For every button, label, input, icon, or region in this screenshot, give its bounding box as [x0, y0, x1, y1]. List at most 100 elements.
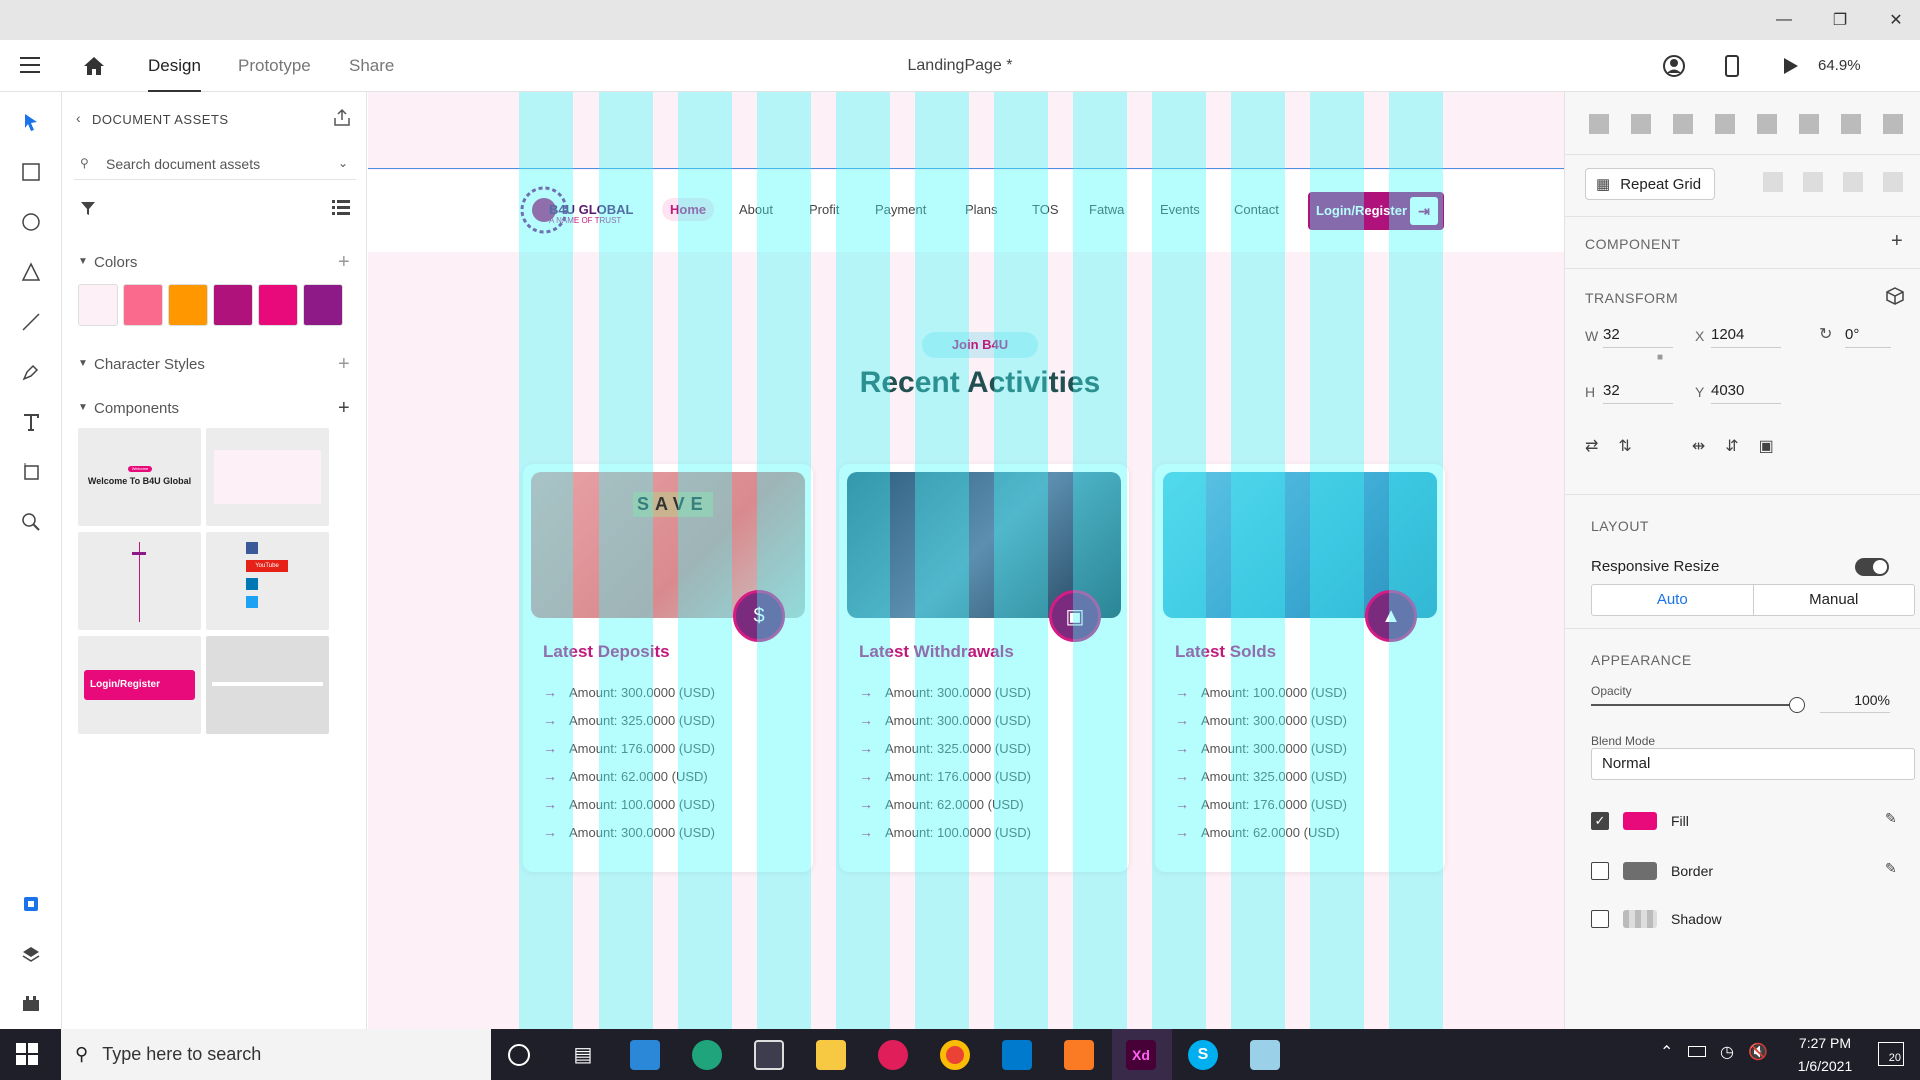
user-icon[interactable] — [1662, 54, 1686, 78]
fill-checkbox[interactable]: ✓ — [1591, 812, 1609, 830]
volume-mute-icon[interactable]: 🔇 — [1748, 1042, 1768, 1062]
component-thumbnail[interactable] — [206, 636, 329, 734]
add-component-button[interactable]: + — [338, 398, 350, 418]
search-assets-field[interactable]: ⚲ Search document assets ⌄ — [74, 148, 356, 180]
intersect-boolean-icon[interactable] — [1843, 172, 1863, 192]
search-assets-input[interactable]: Search document assets — [106, 156, 260, 172]
distribute-horizontal-icon[interactable] — [1883, 114, 1903, 134]
task-view-icon[interactable]: ▤ — [568, 1040, 598, 1070]
eyedropper-icon[interactable]: ✎ — [1885, 860, 1897, 877]
flip-horizontal-icon[interactable]: ⇄ — [1585, 436, 1598, 456]
notes-app-icon[interactable] — [1250, 1040, 1280, 1070]
file-explorer-icon[interactable] — [816, 1040, 846, 1070]
nav-profit[interactable]: Profit — [809, 202, 839, 217]
chrome-icon[interactable] — [940, 1040, 970, 1070]
minimize-icon[interactable]: — — [1756, 0, 1812, 40]
component-thumbnail[interactable]: Welcome Welcome To B4U Global — [78, 428, 201, 526]
slack-icon[interactable] — [878, 1040, 908, 1070]
manual-option[interactable]: Manual — [1754, 585, 1915, 615]
battery-icon[interactable] — [1688, 1046, 1706, 1057]
x-input[interactable]: 1204 — [1711, 326, 1781, 348]
fit-content-icon[interactable]: ▣ — [1759, 436, 1774, 456]
auto-option[interactable]: Auto — [1592, 585, 1754, 615]
border-color-swatch[interactable] — [1623, 862, 1657, 880]
taskbar-search-input[interactable]: Type here to search — [102, 1044, 261, 1065]
clock-date[interactable]: 1/6/2021 — [1780, 1058, 1870, 1074]
ellipse-tool-icon[interactable] — [15, 206, 47, 238]
color-swatch[interactable] — [168, 284, 208, 326]
opacity-input[interactable]: 100% — [1820, 692, 1890, 713]
exclude-boolean-icon[interactable] — [1883, 172, 1903, 192]
taskbar-search-box[interactable]: ⚲ Type here to search — [61, 1029, 491, 1080]
lock-aspect-icon[interactable]: ■ — [1657, 352, 1663, 363]
share-assets-icon[interactable] — [332, 108, 352, 128]
subtract-boolean-icon[interactable] — [1803, 172, 1823, 192]
align-top-icon[interactable] — [1589, 114, 1609, 134]
skype-icon[interactable]: S — [1188, 1040, 1218, 1070]
nav-plans[interactable]: Plans — [965, 202, 998, 217]
adobe-xd-icon[interactable]: Xd — [1126, 1040, 1156, 1070]
artboard-tool-icon[interactable] — [15, 456, 47, 488]
component-thumbnail[interactable]: Login/Register — [78, 636, 201, 734]
document-assets-icon[interactable] — [15, 888, 47, 920]
filter-icon[interactable] — [80, 200, 96, 216]
align-middle-icon[interactable] — [1631, 114, 1651, 134]
color-swatch[interactable] — [78, 284, 118, 326]
hamburger-menu-icon[interactable] — [20, 54, 42, 76]
wifi-icon[interactable]: ◷ — [1720, 1042, 1734, 1062]
chevron-up-icon[interactable]: ⌃ — [1660, 1042, 1673, 1062]
distribute-horizontal-spacing-icon[interactable]: ⇹ — [1692, 436, 1705, 456]
shadow-color-swatch[interactable] — [1623, 910, 1657, 928]
mail-icon[interactable] — [630, 1040, 660, 1070]
responsive-resize-toggle[interactable] — [1855, 558, 1889, 576]
text-tool-icon[interactable] — [15, 406, 47, 438]
xampp-icon[interactable] — [1064, 1040, 1094, 1070]
line-tool-icon[interactable] — [15, 306, 47, 338]
vscode-icon[interactable] — [1002, 1040, 1032, 1070]
chevron-down-icon[interactable]: ▼ — [78, 402, 88, 413]
align-right-icon[interactable] — [1841, 114, 1861, 134]
zoom-level[interactable]: 64.9% — [1818, 40, 1861, 92]
opacity-slider[interactable] — [1591, 697, 1805, 713]
blend-mode-select[interactable]: Normal — [1591, 748, 1915, 780]
list-view-icon[interactable] — [332, 198, 350, 216]
restore-icon[interactable]: ❐ — [1812, 0, 1868, 40]
play-icon[interactable] — [1778, 54, 1802, 78]
align-center-icon[interactable] — [1799, 114, 1819, 134]
shadow-checkbox[interactable] — [1591, 910, 1609, 928]
color-swatch[interactable] — [123, 284, 163, 326]
tab-prototype[interactable]: Prototype — [238, 40, 311, 92]
align-left-icon[interactable] — [1757, 114, 1777, 134]
back-chevron-icon[interactable]: ‹ — [76, 110, 81, 126]
component-thumbnail[interactable] — [206, 428, 329, 526]
pen-tool-icon[interactable] — [15, 356, 47, 388]
cube-icon[interactable] — [1885, 286, 1905, 306]
store-icon[interactable] — [754, 1040, 784, 1070]
color-swatch[interactable] — [303, 284, 343, 326]
add-boolean-icon[interactable] — [1763, 172, 1783, 192]
eyedropper-icon[interactable]: ✎ — [1885, 810, 1897, 827]
notifications-icon[interactable]: 20 — [1878, 1042, 1904, 1066]
layers-icon[interactable] — [15, 938, 47, 970]
select-tool-icon[interactable] — [15, 106, 47, 138]
y-input[interactable]: 4030 — [1711, 382, 1781, 404]
rectangle-tool-icon[interactable] — [15, 156, 47, 188]
clock-time[interactable]: 7:27 PM — [1780, 1035, 1870, 1051]
chevron-down-icon[interactable]: ⌄ — [338, 156, 348, 170]
chevron-down-icon[interactable]: ▼ — [78, 256, 88, 267]
repeat-grid-button[interactable]: ▦ Repeat Grid — [1585, 168, 1715, 200]
edge-icon[interactable] — [692, 1040, 722, 1070]
tab-share[interactable]: Share — [349, 40, 394, 92]
polygon-tool-icon[interactable] — [15, 256, 47, 288]
add-character-style-button[interactable]: + — [338, 354, 350, 374]
tab-design[interactable]: Design — [148, 40, 201, 92]
align-bottom-icon[interactable] — [1673, 114, 1693, 134]
home-icon[interactable] — [82, 54, 106, 78]
add-component-icon[interactable]: + — [1891, 230, 1903, 253]
border-checkbox[interactable] — [1591, 862, 1609, 880]
zoom-tool-icon[interactable] — [15, 506, 47, 538]
color-swatch[interactable] — [213, 284, 253, 326]
mobile-preview-icon[interactable] — [1720, 54, 1744, 78]
add-color-button[interactable]: + — [338, 252, 350, 272]
cortana-icon[interactable] — [508, 1044, 530, 1066]
